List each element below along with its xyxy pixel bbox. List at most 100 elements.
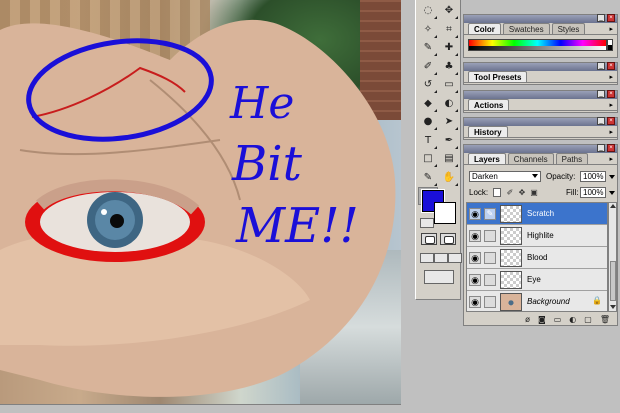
lock-paint-icon[interactable]: ✐: [506, 188, 514, 197]
layer-row-background[interactable]: ◉ Background 🔒: [467, 291, 607, 311]
layer-row-highlite[interactable]: ◉ Highlite: [467, 225, 607, 247]
eye-icon[interactable]: ◉: [469, 252, 481, 264]
layer-row-eye[interactable]: ◉ Eye: [467, 269, 607, 291]
dodge-tool[interactable]: ●: [418, 113, 438, 131]
tool-flyout-indicator: [434, 90, 437, 93]
tab-styles[interactable]: Styles: [551, 23, 586, 34]
eyedropper-tool[interactable]: ✎: [418, 169, 438, 187]
tab-paths[interactable]: Paths: [555, 153, 589, 164]
blur-tool[interactable]: ◐: [439, 95, 459, 113]
tab-tool-presets[interactable]: Tool Presets: [468, 71, 528, 82]
default-colors-icon[interactable]: [420, 218, 434, 228]
move-tool[interactable]: ✥: [439, 2, 459, 20]
eye-icon[interactable]: ◉: [469, 208, 481, 220]
close-icon[interactable]: ×: [607, 144, 615, 152]
layers-titlebar[interactable]: _ ×: [464, 144, 617, 153]
eraser-tool[interactable]: ▭: [439, 76, 459, 94]
palette-menu-icon[interactable]: ▸: [609, 101, 613, 109]
minimize-icon[interactable]: _: [597, 144, 605, 152]
fill-field[interactable]: 100%: [580, 187, 606, 198]
lock-all-icon[interactable]: ▣: [530, 188, 538, 197]
hand-tool[interactable]: ✋: [439, 169, 459, 187]
eye-icon[interactable]: ◉: [469, 296, 481, 308]
minimize-icon[interactable]: _: [597, 90, 605, 98]
palette-menu-icon[interactable]: ▸: [609, 128, 613, 136]
tool-flyout-indicator: [455, 71, 458, 75]
blend-mode-select[interactable]: Darken: [469, 171, 541, 182]
pen-icon: ✒: [444, 134, 454, 146]
clone-stamp-tool[interactable]: ♣: [439, 58, 459, 76]
layer-row-scratch[interactable]: ◉ ✎ Scratch: [467, 203, 607, 225]
tool-presets-titlebar[interactable]: _ ×: [464, 62, 617, 71]
background-color-swatch[interactable]: [434, 202, 456, 224]
layer-mask-icon[interactable]: ◙: [538, 315, 546, 324]
minimize-icon[interactable]: _: [597, 117, 605, 125]
tool-flyout-indicator: [434, 71, 437, 75]
color-ramp[interactable]: [468, 39, 607, 51]
magic-wand-tool[interactable]: ✧: [418, 21, 438, 39]
link-icon[interactable]: [484, 230, 496, 242]
palette-menu-icon[interactable]: ▸: [609, 155, 613, 163]
lasso-tool[interactable]: ◌: [418, 2, 438, 20]
paint-bucket-tool[interactable]: ◆: [418, 95, 438, 113]
scroll-down-icon[interactable]: [610, 305, 616, 309]
brush-link-icon[interactable]: ✎: [484, 208, 496, 220]
close-icon[interactable]: ×: [607, 14, 615, 22]
crop-tool[interactable]: ⌗: [439, 21, 459, 39]
brush-tool[interactable]: ✐: [418, 58, 438, 76]
actions-titlebar[interactable]: _ ×: [464, 90, 617, 99]
tab-swatches[interactable]: Swatches: [502, 23, 550, 34]
quick-mask-mode-icon[interactable]: [440, 233, 456, 245]
new-layer-icon[interactable]: ▢: [584, 315, 592, 324]
close-icon[interactable]: ×: [607, 117, 615, 125]
image-canvas[interactable]: He Bit ME!!: [0, 0, 401, 404]
minimize-icon[interactable]: _: [597, 62, 605, 70]
tab-channels[interactable]: Channels: [507, 153, 554, 164]
tab-actions[interactable]: Actions: [468, 99, 510, 110]
pen-tool[interactable]: ✒: [439, 132, 459, 150]
trash-icon[interactable]: 🗑: [600, 315, 610, 324]
scroll-up-icon[interactable]: [610, 204, 616, 208]
tab-color[interactable]: Color: [468, 23, 501, 34]
jump-to-imageready-icon[interactable]: [424, 270, 454, 284]
link-icon[interactable]: [484, 274, 496, 286]
palette-menu-icon[interactable]: ▸: [609, 25, 613, 33]
type-tool[interactable]: T: [418, 132, 438, 150]
lock-transparency-icon[interactable]: [493, 188, 501, 197]
tab-layers[interactable]: Layers: [468, 153, 506, 164]
eye-icon[interactable]: ◉: [469, 274, 481, 286]
screen-mode-full-menu-icon[interactable]: [434, 253, 448, 263]
slice-tool[interactable]: ✎: [418, 39, 438, 57]
palette-menu-icon[interactable]: ▸: [609, 73, 613, 81]
screen-mode-full-icon[interactable]: [448, 253, 462, 263]
opacity-field[interactable]: 100%: [580, 171, 606, 182]
shape-tool[interactable]: □: [418, 150, 438, 168]
close-icon[interactable]: ×: [607, 90, 615, 98]
layer-row-blood[interactable]: ◉ Blood: [467, 247, 607, 269]
adjustment-layer-icon[interactable]: ◐: [569, 315, 576, 324]
color-ramp-black-white[interactable]: [607, 39, 613, 51]
new-set-icon[interactable]: ▭: [554, 315, 562, 324]
eye-icon[interactable]: ◉: [469, 230, 481, 242]
path-selection-tool[interactable]: ➤: [439, 113, 459, 131]
fill-slider-toggle-icon[interactable]: [609, 191, 615, 195]
tab-history[interactable]: History: [468, 126, 508, 137]
history-brush-tool[interactable]: ↺: [418, 76, 438, 94]
notes-icon: ▤: [444, 153, 454, 164]
screen-mode-standard-icon[interactable]: [420, 253, 434, 263]
layers-palette: _ × Layers Channels Paths ▸ Darken Opaci…: [463, 144, 618, 326]
close-icon[interactable]: ×: [607, 62, 615, 70]
layer-list-scrollbar[interactable]: [608, 202, 617, 312]
history-titlebar[interactable]: _ ×: [464, 117, 617, 126]
link-icon[interactable]: [484, 252, 496, 264]
lock-position-icon[interactable]: ✥: [518, 188, 526, 197]
layer-style-icon[interactable]: ø: [525, 315, 530, 324]
color-palette-titlebar[interactable]: _ ×: [464, 14, 617, 23]
standard-mode-icon[interactable]: [421, 233, 437, 245]
notes-tool[interactable]: ▤: [439, 150, 459, 168]
minimize-icon[interactable]: _: [597, 14, 605, 22]
scrollbar-thumb[interactable]: [610, 261, 616, 301]
link-icon[interactable]: [484, 296, 496, 308]
healing-brush-tool[interactable]: ✚: [439, 39, 459, 57]
opacity-slider-toggle-icon[interactable]: [609, 175, 615, 179]
